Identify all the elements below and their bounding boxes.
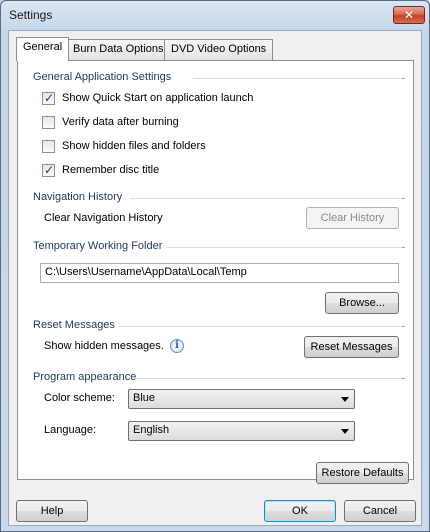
browse-button[interactable]: Browse... xyxy=(325,292,399,314)
color-scheme-label: Color scheme: xyxy=(44,392,115,404)
close-button[interactable]: ✕ xyxy=(393,6,425,24)
show-hidden-files-label[interactable]: Show hidden files and folders xyxy=(62,140,206,152)
reset-messages-heading: Reset Messages xyxy=(33,319,115,331)
group-divider xyxy=(166,247,405,248)
button-label: Reset Messages xyxy=(310,341,393,353)
path-value: C:\Users\Username\AppData\Local\Temp xyxy=(45,266,247,278)
remember-disc-title-label[interactable]: Remember disc title xyxy=(62,164,159,176)
clear-navigation-label: Clear Navigation History xyxy=(44,212,163,224)
chevron-down-icon xyxy=(341,397,349,402)
language-label: Language: xyxy=(44,424,96,436)
button-label: Browse... xyxy=(339,297,385,309)
show-quick-start-checkbox[interactable] xyxy=(42,91,55,105)
close-icon: ✕ xyxy=(403,8,415,22)
show-hidden-messages-label: Show hidden messages. xyxy=(44,340,164,352)
button-label: Restore Defaults xyxy=(321,467,404,479)
title-bar[interactable]: Settings ✕ xyxy=(1,1,429,29)
navigation-history-heading: Navigation History xyxy=(33,191,123,203)
button-label: Cancel xyxy=(362,505,398,517)
remember-disc-title-checkbox[interactable] xyxy=(42,163,55,177)
general-settings-heading: General Application Settings xyxy=(33,71,172,83)
help-button[interactable]: Help xyxy=(16,500,88,522)
temp-folder-path-input[interactable]: C:\Users\Username\AppData\Local\Temp xyxy=(40,263,399,283)
button-label: Help xyxy=(40,505,64,517)
color-scheme-select[interactable]: Blue xyxy=(128,389,355,409)
group-divider xyxy=(193,78,405,79)
ok-button[interactable]: OK xyxy=(264,500,336,522)
tab-label: Burn Data Options xyxy=(73,43,164,55)
language-select[interactable]: English xyxy=(128,421,355,441)
tab-label: DVD Video Options xyxy=(171,43,267,55)
info-icon[interactable]: i xyxy=(170,339,184,353)
show-quick-start-label[interactable]: Show Quick Start on application launch xyxy=(62,92,253,104)
verify-data-label[interactable]: Verify data after burning xyxy=(62,116,179,128)
tab-label: General xyxy=(23,41,63,53)
dialog-body: General Burn Data Options DVD Video Opti… xyxy=(8,30,422,526)
clear-history-button[interactable]: Clear History xyxy=(306,207,399,229)
settings-dialog: Settings ✕ General Burn Data Options DVD… xyxy=(0,0,430,532)
restore-defaults-button[interactable]: Restore Defaults xyxy=(316,462,409,484)
group-divider xyxy=(136,378,405,379)
button-label: OK xyxy=(292,505,308,517)
window-title: Settings xyxy=(9,8,53,22)
tab-burn-data-options[interactable]: Burn Data Options xyxy=(66,39,171,60)
tab-dvd-video-options[interactable]: DVD Video Options xyxy=(164,39,274,60)
group-divider xyxy=(118,326,405,327)
group-divider xyxy=(130,198,405,199)
button-label: Clear History xyxy=(320,212,385,224)
selected-value: English xyxy=(133,424,170,436)
temp-folder-heading: Temporary Working Folder xyxy=(33,240,163,252)
cancel-button[interactable]: Cancel xyxy=(344,500,416,522)
chevron-down-icon xyxy=(341,429,349,434)
reset-messages-button[interactable]: Reset Messages xyxy=(304,336,399,358)
verify-data-checkbox[interactable] xyxy=(42,116,55,129)
selected-value: Blue xyxy=(133,392,156,404)
show-hidden-files-checkbox[interactable] xyxy=(42,140,55,153)
program-appearance-heading: Program appearance xyxy=(33,371,137,383)
tab-general[interactable]: General xyxy=(16,37,70,61)
general-tab-panel: General Application Settings Show Quick … xyxy=(17,60,414,484)
